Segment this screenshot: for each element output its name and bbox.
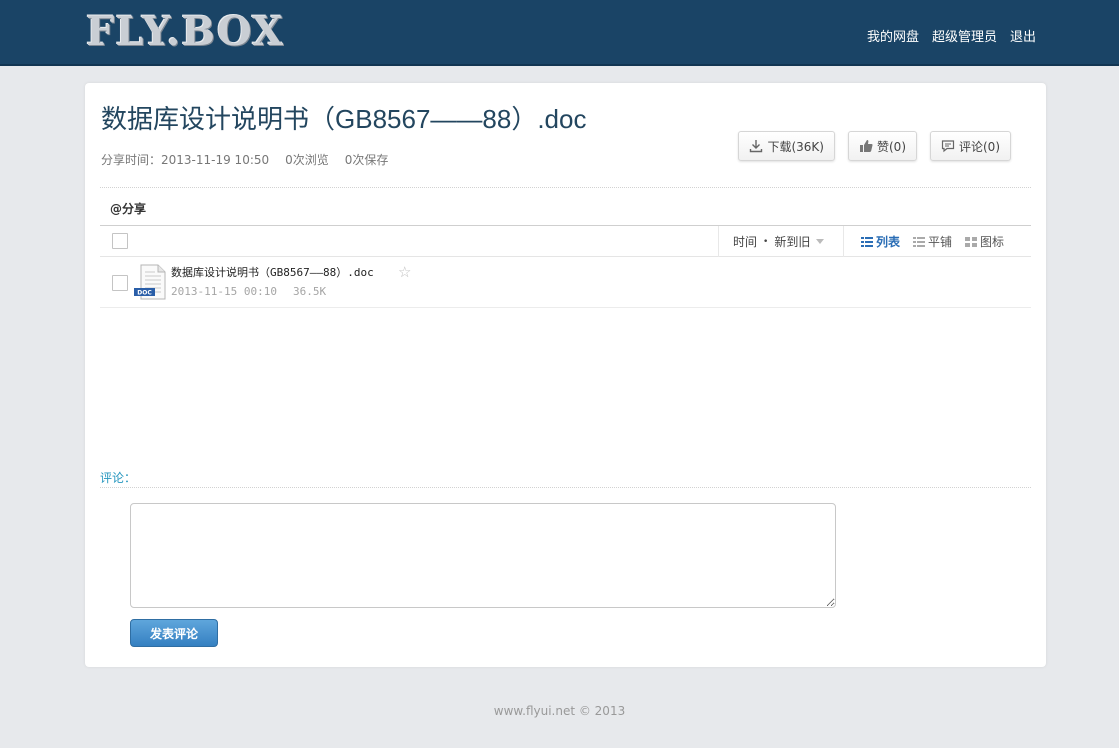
list-icon [861,236,873,247]
file-date: 2013-11-15 00:10 [171,285,277,298]
doc-icon-label: DOC [137,290,152,297]
chevron-down-icon [816,239,825,244]
view-icon[interactable]: 图标 [965,233,1004,250]
view-switcher: 列表 平铺 图标 [861,226,1004,257]
sort-time-label: 时间 [733,235,758,249]
view-list-label: 列表 [876,235,901,249]
select-all-checkbox[interactable] [112,233,128,249]
view-icon-label: 图标 [980,235,1005,249]
file-row[interactable]: DOC 数据库设计说明书（GB8567——88）.doc ☆ 2013-11-1… [100,258,1031,308]
top-nav: 我的网盘 超级管理员 退出 [867,26,1036,45]
download-button[interactable]: 下载(36K) [738,131,835,161]
grid-icon [965,236,978,247]
divider [100,187,1031,188]
speech-bubble-icon [941,140,955,153]
like-button[interactable]: 赞(0) [848,131,917,161]
comment-button[interactable]: 评论(0) [930,131,1011,161]
file-list-toolbar: 时间 • 新到旧 列表 平铺 图标 [100,225,1031,257]
doc-meta: 分享时间：2013-11-19 10:50 0次浏览 0次保存 [101,151,388,168]
nav-super-admin[interactable]: 超级管理员 [932,26,997,45]
page-title: 数据库设计说明书（GB8567——88）.doc [101,104,587,134]
download-label: 下载(36K) [767,139,824,154]
doc-file-icon: DOC [134,264,166,300]
nav-logout[interactable]: 退出 [1010,26,1036,45]
tile-icon [913,236,926,247]
comment-section-label: 评论： [100,471,137,485]
like-label: 赞(0) [877,139,906,154]
comment-label: 评论(0) [959,139,1000,154]
view-tile[interactable]: 平铺 [913,233,952,250]
file-size: 36.5K [292,285,327,298]
post-comment-button[interactable]: 发表评论 [130,619,218,647]
file-name[interactable]: 数据库设计说明书（GB8567——88）.doc [171,264,374,280]
view-count: 0次浏览 [285,153,329,167]
view-list[interactable]: 列表 [861,233,900,250]
sort-order-label: 新到旧 [774,235,811,249]
file-checkbox[interactable] [112,275,128,291]
sort-dropdown[interactable]: 时间 • 新到旧 [718,226,844,257]
content-card: 数据库设计说明书（GB8567——88）.doc 分享时间：2013-11-19… [85,83,1046,667]
footer-copyright: www.flyui.net © 2013 [493,704,626,718]
share-time: 分享时间：2013-11-19 10:50 [101,153,270,167]
nav-my-disk[interactable]: 我的网盘 [867,26,919,45]
sort-separator: • [763,236,769,247]
star-icon[interactable]: ☆ [398,263,411,281]
action-buttons: 下载(36K) 赞(0) 评论(0) [738,131,1011,161]
divider [100,487,1031,488]
comment-textarea[interactable] [130,503,836,608]
save-count: 0次保存 [344,153,389,167]
view-tile-label: 平铺 [928,235,953,249]
thumbs-up-icon [860,140,873,152]
download-icon [750,140,763,153]
file-info: 2013-11-15 00:10 36.5K [171,285,326,298]
top-bar: FLY.BOX 我的网盘 超级管理员 退出 [0,0,1119,66]
logo[interactable]: FLY.BOX [86,8,284,55]
share-section-label: @分享 [110,202,147,216]
